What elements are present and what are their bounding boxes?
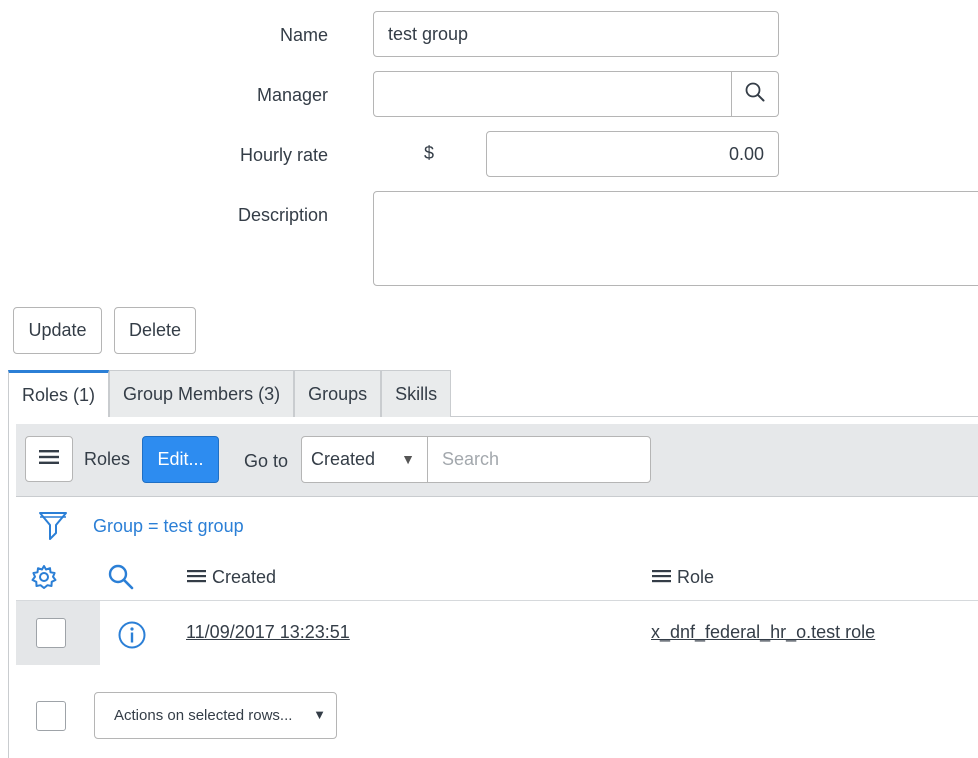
column-header-role[interactable]: Role [652,567,714,588]
column-menu-icon[interactable] [652,567,671,588]
description-label: Description [237,205,328,225]
filter-breadcrumb[interactable]: Group = test group [93,516,244,537]
list-menu-button[interactable] [25,436,73,482]
column-label-role: Role [677,567,715,587]
name-label: Name [279,25,328,45]
tab-group-members[interactable]: Group Members (3) [109,370,295,417]
header-divider [16,600,978,601]
hourly-rate-label: Hourly rate [239,145,328,165]
column-header-created[interactable]: Created [187,567,276,588]
hamburger-icon [39,449,59,470]
list-toolbar: Roles Edit... Go to Created ▼ Search [16,424,978,497]
goto-field-value: Created [311,449,376,469]
column-menu-icon[interactable] [187,567,206,588]
info-icon[interactable] [117,620,147,655]
update-button[interactable]: Update [13,307,102,354]
description-field[interactable] [373,191,978,286]
currency-symbol: $ [424,143,435,163]
related-lists-tabs: Roles (1) Group Members (3) Groups Skill… [8,370,452,417]
delete-button[interactable]: Delete [114,307,196,354]
manager-label: Manager [256,85,328,105]
goto-field-select[interactable]: Created ▼ [301,436,428,483]
group-record-page: Name test group Manager Hourly rate $ 0.… [0,0,978,758]
goto-label: Go to [244,451,289,471]
name-field[interactable]: test group [373,11,779,57]
filter-icon[interactable] [38,510,68,547]
edit-button[interactable]: Edit... [142,436,219,483]
list-search-input[interactable]: Search [427,436,651,483]
tab-skills[interactable]: Skills [381,370,452,417]
manager-lookup-button[interactable] [731,71,779,117]
column-search-icon[interactable] [107,563,135,596]
row-checkbox[interactable] [36,618,66,648]
list-title: Roles [84,449,131,469]
tab-roles[interactable]: Roles (1) [8,370,110,417]
actions-select-label: Actions on selected rows... [114,707,293,724]
tab-groups[interactable]: Groups [294,370,382,417]
search-icon [744,81,766,108]
select-all-checkbox[interactable] [36,701,66,731]
manager-field[interactable] [373,71,732,117]
actions-select[interactable]: Actions on selected rows... ▼ [94,692,337,739]
column-label-created: Created [212,567,277,587]
hourly-rate-field[interactable]: 0.00 [486,131,779,177]
caret-down-icon: ▼ [401,451,415,467]
role-link[interactable]: x_dnf_federal_hr_o.test role [651,622,875,643]
caret-down-icon: ▼ [313,707,326,722]
gear-icon[interactable] [30,563,58,596]
created-link[interactable]: 11/09/2017 13:23:51 [186,622,350,643]
